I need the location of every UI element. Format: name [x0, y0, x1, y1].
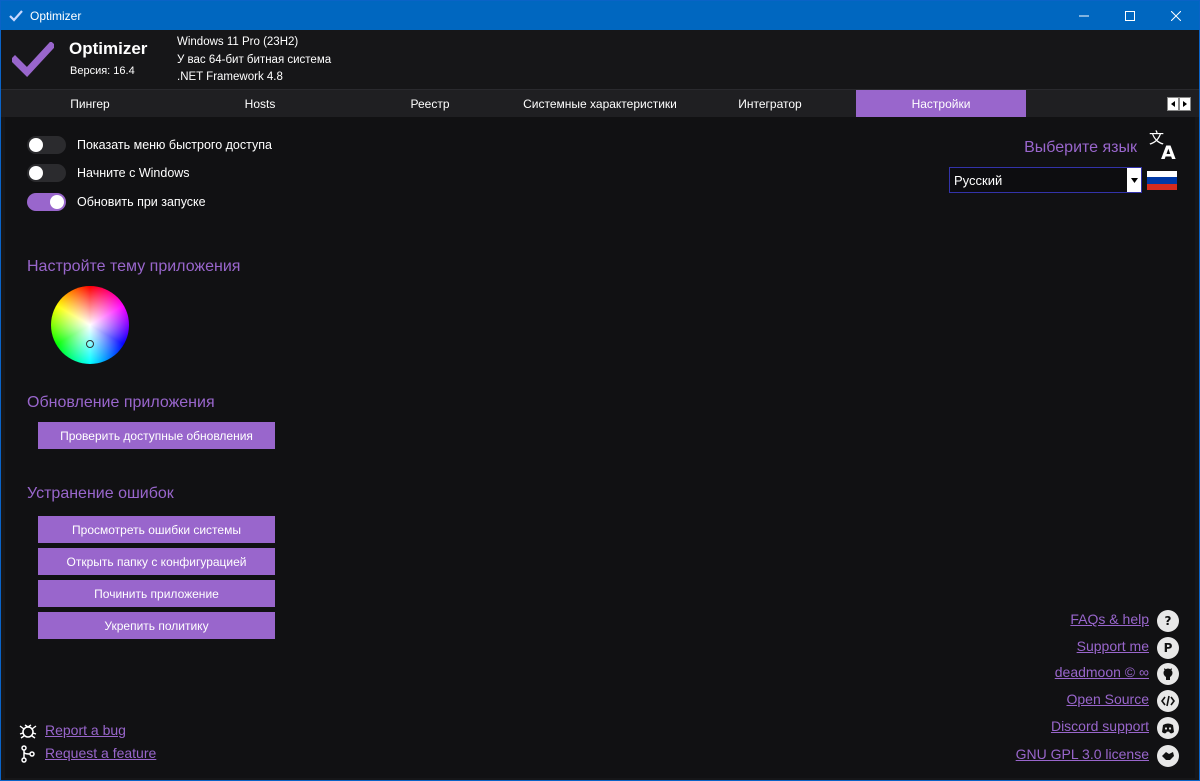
question-icon[interactable]: ?: [1157, 610, 1179, 632]
maximize-icon: [1125, 10, 1135, 21]
tab-registry[interactable]: Реестр: [345, 90, 515, 118]
svg-text:A: A: [1161, 142, 1176, 161]
start-with-windows-toggle[interactable]: [27, 164, 66, 182]
tab-system-specs[interactable]: Системные характеристики: [515, 90, 685, 118]
support-link[interactable]: Support me: [1077, 638, 1149, 654]
tab-hosts[interactable]: Hosts: [175, 90, 345, 118]
quick-access-label: Показать меню быстрого доступа: [77, 138, 272, 152]
window-controls: [1061, 1, 1199, 30]
russia-flag-icon: [1147, 171, 1177, 190]
window-title: Optimizer: [30, 8, 82, 23]
app-check-icon: [9, 9, 23, 23]
bug-icon: [19, 722, 37, 740]
arrow-right-icon: [1183, 101, 1187, 107]
arrow-left-icon: [1171, 101, 1175, 107]
toggle-knob: [29, 138, 43, 152]
license-link[interactable]: GNU GPL 3.0 license: [1016, 746, 1149, 762]
theme-color-wheel[interactable]: [51, 286, 129, 364]
system-info: Windows 11 Pro (23H2) У вас 64-бит битна…: [177, 34, 331, 87]
github-icon[interactable]: [1157, 663, 1179, 685]
tab-integrator[interactable]: Интегратор: [685, 90, 855, 118]
tab-pinger[interactable]: Пингер: [5, 90, 175, 118]
toggle-row-quick-access: Показать меню быстрого доступа: [27, 136, 272, 154]
settings-panel: Показать меню быстрого доступа Начните с…: [5, 117, 1195, 778]
app-window: Optimizer Optimizer Версия: 16.4 Windows…: [0, 0, 1200, 781]
quick-access-toggle[interactable]: [27, 136, 66, 154]
troubleshoot-section-title: Устранение ошибок: [27, 485, 174, 502]
app-name: Optimizer: [69, 39, 148, 58]
toggle-row-start-with-windows: Начните с Windows: [27, 164, 190, 182]
check-updates-button[interactable]: Проверить доступные обновления: [38, 422, 275, 449]
start-with-windows-label: Начните с Windows: [77, 166, 190, 180]
app-header: Optimizer Версия: 16.4 Windows 11 Pro (2…: [1, 30, 1199, 88]
feature-icon: [19, 745, 37, 763]
tab-settings[interactable]: Настройки: [856, 90, 1026, 118]
paypal-icon[interactable]: P: [1157, 637, 1179, 659]
tab-scroll-left-button[interactable]: [1167, 97, 1179, 111]
update-section-title: Обновление приложения: [27, 394, 215, 411]
minimize-icon: [1079, 15, 1089, 16]
tab-scroll-controls: [1167, 97, 1191, 111]
repair-app-button[interactable]: Починить приложение: [38, 580, 275, 607]
tab-bar: Пингер Hosts Реестр Системные характерис…: [1, 89, 1199, 118]
maximize-button[interactable]: [1107, 1, 1153, 30]
update-on-start-label: Обновить при запуске: [77, 195, 206, 209]
language-select-value: Русский: [954, 172, 1003, 188]
framework-info: .NET Framework 4.8: [177, 71, 283, 83]
chevron-down-icon[interactable]: [1127, 168, 1141, 192]
discord-link[interactable]: Discord support: [1051, 718, 1149, 734]
view-system-errors-button[interactable]: Просмотреть ошибки системы: [38, 516, 275, 543]
toggle-knob: [50, 195, 64, 209]
open-config-folder-button[interactable]: Открыть папку с конфигурацией: [38, 548, 275, 575]
app-version: Версия: 16.4: [70, 65, 135, 77]
license-icon[interactable]: [1157, 745, 1179, 767]
language-title: Выберите язык: [1024, 139, 1137, 156]
toggle-row-update-on-start: Обновить при запуске: [27, 193, 206, 211]
harden-policy-button[interactable]: Укрепить политику: [38, 612, 275, 639]
logo-check-icon: [10, 41, 56, 82]
title-bar: Optimizer: [1, 1, 1199, 30]
update-on-start-toggle[interactable]: [27, 193, 66, 211]
os-info: Windows 11 Pro (23H2): [177, 36, 299, 48]
faq-link[interactable]: FAQs & help: [1070, 611, 1149, 627]
language-select[interactable]: Русский: [949, 167, 1142, 193]
tab-scroll-right-button[interactable]: [1179, 97, 1191, 111]
minimize-button[interactable]: [1061, 1, 1107, 30]
close-button[interactable]: [1153, 1, 1199, 30]
discord-icon[interactable]: [1157, 717, 1179, 739]
toggle-knob: [29, 166, 43, 180]
color-wheel-marker[interactable]: [86, 340, 94, 348]
author-link[interactable]: deadmoon © ∞: [1055, 664, 1149, 680]
theme-section-title: Настройте тему приложения: [27, 258, 241, 275]
request-feature-link[interactable]: Request a feature: [45, 745, 156, 761]
translate-icon: 文 A: [1149, 129, 1179, 165]
report-bug-link[interactable]: Report a bug: [45, 722, 126, 738]
open-source-link[interactable]: Open Source: [1067, 691, 1150, 707]
close-icon: [1171, 10, 1181, 21]
code-icon[interactable]: [1157, 690, 1179, 712]
bitness-info: У вас 64-бит битная система: [177, 53, 332, 66]
